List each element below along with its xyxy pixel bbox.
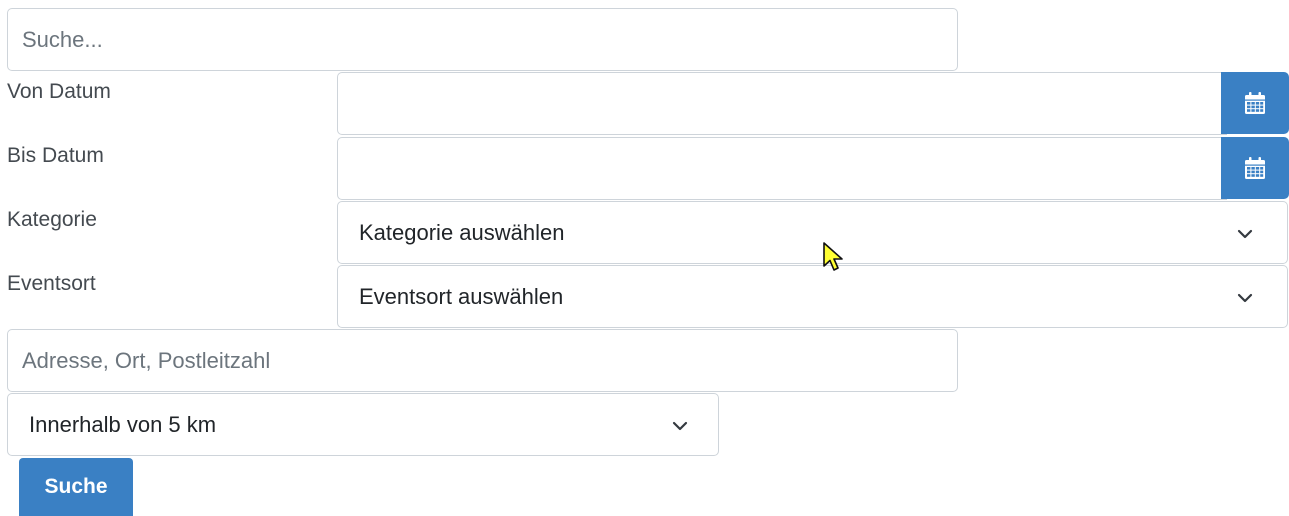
to-date-input[interactable] <box>337 137 1227 200</box>
radius-selected-value: Innerhalb von 5 km <box>29 411 217 437</box>
search-button-label: Suche <box>44 475 108 498</box>
from-date-label: Von Datum <box>7 80 111 103</box>
chevron-down-icon <box>672 421 688 431</box>
address-input[interactable]: Adresse, Ort, Postleitzahl <box>7 329 958 392</box>
calendar-icon <box>1245 92 1265 114</box>
search-input[interactable]: Suche... <box>7 8 958 71</box>
mouse-cursor-icon <box>823 242 843 271</box>
event-location-select[interactable]: Eventsort auswählen <box>337 265 1288 328</box>
event-location-label: Eventsort <box>7 272 96 295</box>
event-location-selected-value: Eventsort auswählen <box>359 283 564 309</box>
category-selected-value: Kategorie auswählen <box>359 219 565 245</box>
chevron-down-icon <box>1237 229 1253 239</box>
address-input-placeholder: Adresse, Ort, Postleitzahl <box>22 347 271 373</box>
radius-select[interactable]: Innerhalb von 5 km <box>7 393 719 456</box>
search-input-placeholder: Suche... <box>22 26 103 52</box>
category-select[interactable]: Kategorie auswählen <box>337 201 1288 264</box>
search-button[interactable]: Suche <box>19 458 133 516</box>
category-label: Kategorie <box>7 208 97 231</box>
chevron-down-icon <box>1237 293 1253 303</box>
to-date-calendar-button[interactable] <box>1221 137 1289 199</box>
to-date-label: Bis Datum <box>7 144 104 167</box>
from-date-calendar-button[interactable] <box>1221 72 1289 134</box>
calendar-icon <box>1245 157 1265 179</box>
from-date-input[interactable] <box>337 72 1227 135</box>
